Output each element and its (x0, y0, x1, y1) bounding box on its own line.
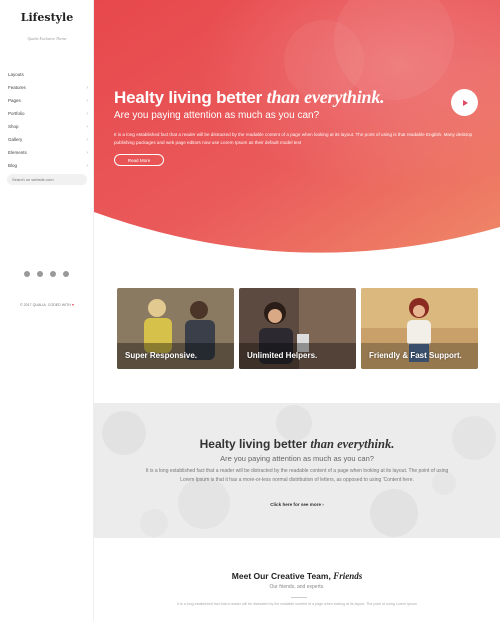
hero-title-italic: than everythink. (266, 87, 385, 107)
sidebar-nav: Layouts Features › Pages › Portfolio › Shop… (8, 68, 88, 172)
team-title-plain: Meet Our Creative Team, (231, 571, 331, 581)
nav-item-label: Shop (8, 124, 19, 129)
heart-icon: ♥ (71, 303, 75, 307)
nav-item-blog[interactable]: Blog › (8, 159, 88, 172)
sidebar: Lifestyle Qualia Exclusive Theme Layouts… (0, 0, 94, 621)
copyright: © 2017 QUALIA. CODED WITH ♥ (0, 303, 94, 307)
promo-subtitle: Are you paying attention as much as you … (220, 454, 374, 463)
hero-background (94, 0, 500, 253)
chevron-right-icon: › (86, 136, 88, 143)
hero-section: Healty living better than everythink. Ar… (94, 0, 500, 255)
hero-title: Healty living better than everythink. (114, 87, 385, 108)
chevron-right-icon: › (86, 149, 88, 156)
social-links (24, 271, 69, 277)
nav-item-gallery[interactable]: Gallery › (8, 133, 88, 146)
feature-card-responsive[interactable]: Super Responsive. (117, 288, 234, 369)
promo-title: Healty living better than everythink. (94, 437, 500, 452)
nav-item-elements[interactable]: Elements › (8, 146, 88, 159)
instagram-icon[interactable] (50, 271, 56, 277)
team-title-italic: Friends (333, 571, 363, 581)
sidebar-search-input[interactable] (7, 174, 87, 185)
nav-item-label: Elements (8, 150, 27, 155)
nav-item-layouts[interactable]: Layouts (8, 68, 88, 81)
nav-item-label: Features (8, 85, 26, 90)
hero-subtitle: Are you paying attention as much as you … (114, 110, 320, 121)
nav-item-label: Portfolio (8, 111, 25, 116)
dribbble-icon[interactable] (37, 271, 43, 277)
card-label: Friendly & Fast Support. (369, 351, 462, 360)
site-tagline: Qualia Exclusive Theme (27, 36, 67, 41)
nav-item-label: Layouts (8, 72, 24, 77)
nav-item-features[interactable]: Features › (8, 81, 88, 94)
nav-item-label: Pages (8, 98, 21, 103)
promo-description: It is a long established fact that a rea… (145, 468, 449, 483)
hero-description: It is a long established fact that a rea… (114, 132, 473, 145)
read-more-button[interactable]: Read More (114, 154, 164, 166)
hero-title-plain: Healty living better (114, 88, 263, 107)
card-label: Super Responsive. (125, 351, 198, 360)
nav-item-shop[interactable]: Shop › (8, 120, 88, 133)
team-subtitle: Our friends, and experts. (269, 584, 325, 590)
divider (291, 597, 307, 598)
nav-item-label: Blog (8, 163, 18, 168)
chevron-right-icon: › (86, 84, 88, 91)
feature-card-support[interactable]: Friendly & Fast Support. (361, 288, 478, 369)
promo-title-italic: than everythink. (310, 437, 395, 451)
chevron-right-icon: › (86, 110, 88, 117)
see-more-link[interactable]: Click here for see more › (94, 502, 500, 507)
nav-item-portfolio[interactable]: Portfolio › (8, 107, 88, 120)
card-label: Unlimited Helpers. (247, 351, 318, 360)
play-video-button[interactable] (451, 89, 478, 116)
team-description: It is a long established fact that a rea… (177, 602, 417, 606)
chevron-right-icon: › (86, 123, 88, 130)
copyright-text: © 2017 QUALIA. CODED WITH (19, 303, 71, 307)
feature-card-helpers[interactable]: Unlimited Helpers. (239, 288, 356, 369)
promo-title-plain: Healty living better (199, 437, 307, 451)
twitter-icon[interactable] (24, 271, 30, 277)
nav-item-pages[interactable]: Pages › (8, 94, 88, 107)
promo-section: Healty living better than everythink. Ar… (94, 403, 500, 538)
chevron-right-icon: › (86, 97, 88, 104)
chevron-right-icon: › (86, 162, 88, 169)
team-title: Meet Our Creative Team, Friends (94, 571, 500, 581)
nav-item-label: Gallery (8, 137, 23, 142)
skype-icon[interactable] (63, 271, 69, 277)
play-icon (463, 99, 468, 106)
site-logo[interactable]: Lifestyle (0, 11, 94, 24)
